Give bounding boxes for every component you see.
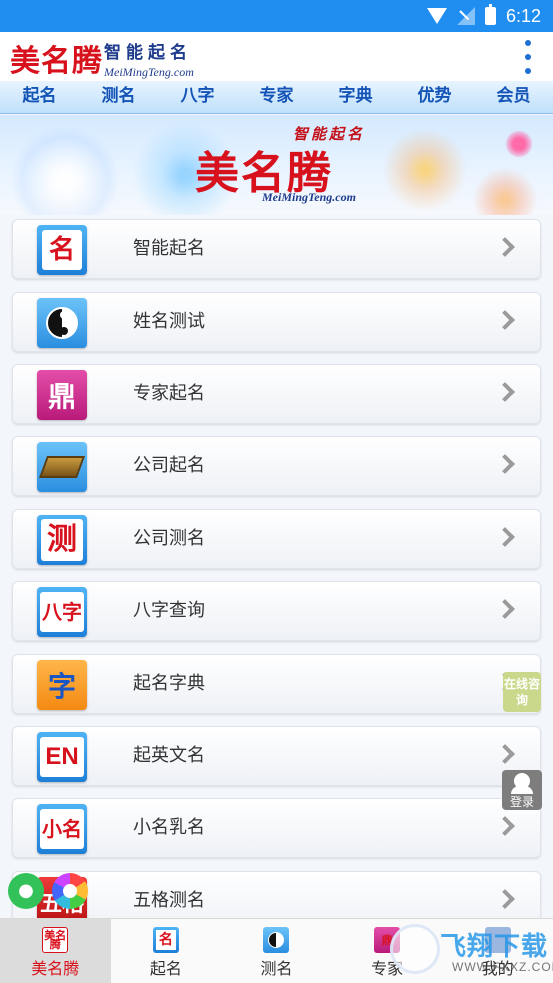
menu-item-label: 专家起名 [133,383,205,404]
overflow-menu-icon[interactable] [525,40,533,74]
menu-item-label: 姓名测试 [133,311,205,332]
menu-item-company-test[interactable]: 测 公司测名 [12,509,541,569]
bottom-nav-home[interactable]: 美名腾 美名腾 [0,919,111,983]
online-consult-button[interactable]: 在线咨询 [503,672,541,712]
app-logo-icon: 美名腾 [42,927,69,953]
menu-item-bazi-query[interactable]: 八字 八字查询 [12,581,541,641]
name-logo-icon: 名 [37,225,87,275]
banner-domain: MeiMingTeng.com [262,190,356,204]
bottom-nav-label: 测名 [260,959,293,978]
menu-item-company-naming[interactable]: 公司起名 [12,436,541,496]
firework-decoration [505,130,533,158]
status-bar: 6:12 [0,0,553,32]
menu-item-label: 公司起名 [133,455,205,476]
chevron-right-icon [495,527,515,547]
app-logo-subtitle: 智能起名 MeiMingTeng.com [104,38,194,80]
tab-member[interactable]: 会员 [474,81,553,113]
bottom-nav-label: 起名 [149,959,182,978]
chevron-right-icon [495,454,515,474]
chevron-right-icon [495,816,515,836]
tab-advantage[interactable]: 优势 [395,81,474,113]
app-domain: MeiMingTeng.com [104,65,194,79]
english-icon: EN [37,732,87,782]
watermark-text: 飞翔下载 [440,932,549,962]
chevron-right-icon [495,889,515,909]
signal-icon [456,7,475,25]
seal-icon: 鼎 [37,370,87,420]
menu-item-name-dictionary[interactable]: 字 起名字典 [12,654,541,714]
bazi-icon: 八字 [37,587,87,637]
menu-item-label: 起英文名 [133,745,205,766]
yin-yang-icon [37,298,87,348]
menu-item-label: 公司测名 [133,528,205,549]
yin-yang-icon [263,927,290,953]
status-time: 6:12 [505,5,541,26]
menu-item-expert-naming[interactable]: 鼎 专家起名 [12,364,541,424]
menu-item-label: 八字查询 [133,600,205,621]
battery-icon [484,4,496,25]
wifi-icon [426,8,447,24]
menu-item-label: 小名乳名 [133,817,205,838]
app-logo: 美名腾 [10,44,103,79]
tab-bazi[interactable]: 八字 [158,81,237,113]
menu-item-nickname[interactable]: 小名 小名乳名 [12,798,541,858]
menu-item-label: 智能起名 [133,238,205,259]
chevron-right-icon [495,382,515,402]
tab-ceming[interactable]: 测名 [79,81,158,113]
desk-board-icon [37,442,87,492]
nickname-icon: 小名 [37,804,87,854]
tab-qiming[interactable]: 起名 [0,81,79,113]
watermark-url: WWW.FXXZ.COM [452,960,553,974]
dictionary-icon: 字 [37,660,87,710]
chevron-right-icon [495,744,515,764]
banner: 智能起名 美名腾 MeiMingTeng.com [0,115,553,215]
firework-decoration [470,165,540,215]
menu-item-name-test[interactable]: 姓名测试 [12,292,541,352]
camera-shutter-icon[interactable] [52,873,88,909]
menu-item-wuge-test[interactable]: 五格 五格测名 [12,871,541,918]
menu-item-smart-naming[interactable]: 名 智能起名 [12,219,541,279]
login-label: 登录 [509,795,534,809]
bottom-nav-label: 美名腾 [31,959,80,978]
tab-dictionary[interactable]: 字典 [316,81,395,113]
top-tab-bar: 起名 测名 八字 专家 字典 优势 会员 [0,81,553,114]
menu-item-english-name[interactable]: EN 起英文名 [12,726,541,786]
firework-decoration [380,125,470,215]
watermark-logo-icon [390,924,440,974]
wechat-icon[interactable]: ● [8,873,44,909]
feature-list: 名 智能起名 姓名测试 鼎 专家起名 公司起名 测 公司测名 八字 八字查询 字… [0,215,553,918]
app-header: 美名腾 智能起名 MeiMingTeng.com [0,32,553,81]
firework-decoration [10,125,120,215]
chevron-right-icon [495,310,515,330]
chevron-right-icon [495,237,515,257]
watermark: 飞翔下载 WWW.FXXZ.COM [390,922,553,980]
login-button[interactable]: 登录 [502,770,542,810]
app-slogan: 智能起名 [104,43,192,63]
bottom-nav-naming[interactable]: 名 起名 [111,919,222,983]
menu-item-label: 起名字典 [133,673,205,694]
tab-expert[interactable]: 专家 [237,81,316,113]
user-icon [511,773,533,794]
bottom-nav-test[interactable]: 测名 [221,919,332,983]
test-icon: 测 [37,515,87,565]
name-logo-icon: 名 [152,927,179,953]
chevron-right-icon [495,599,515,619]
menu-item-label: 五格测名 [133,890,205,911]
